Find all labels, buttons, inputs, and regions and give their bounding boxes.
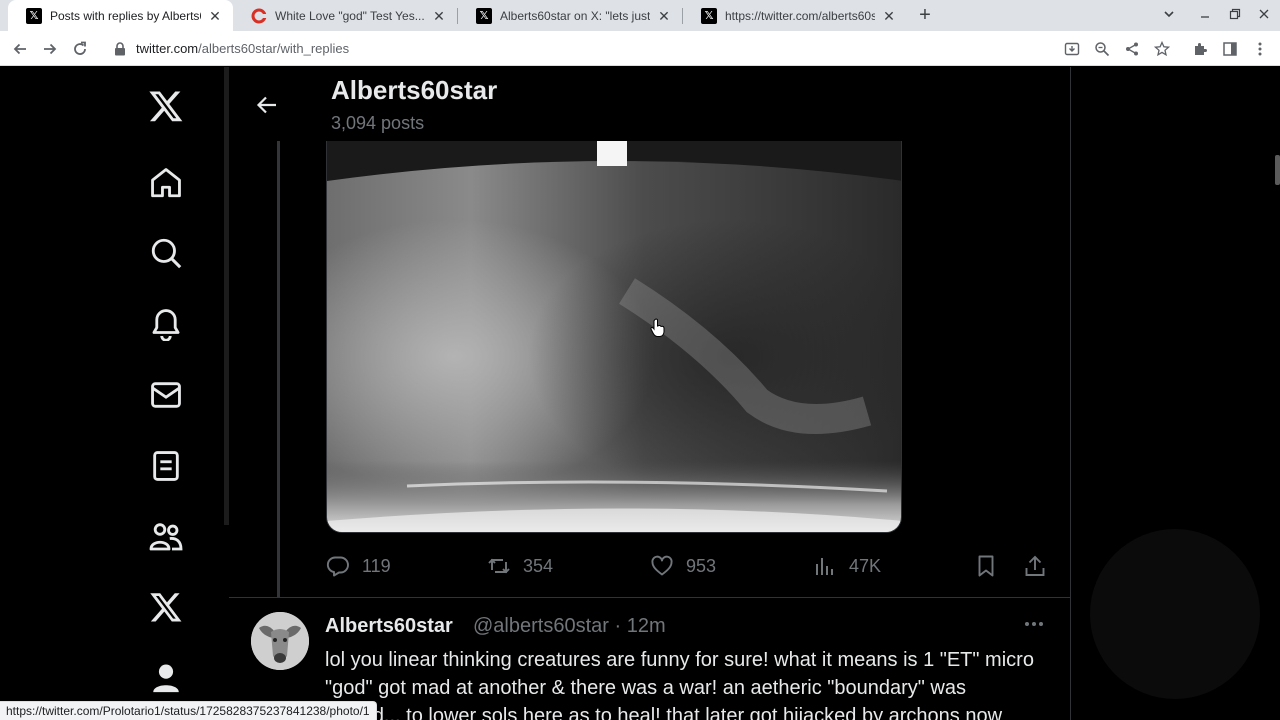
bubble-favicon-icon <box>251 8 267 24</box>
tab-close-icon[interactable]: ✕ <box>881 8 897 24</box>
reply-icon <box>326 556 349 577</box>
more-icon[interactable] <box>1022 612 1046 636</box>
profile-header: Alberts60star 3,094 posts <box>229 67 1070 141</box>
restore-window-icon[interactable] <box>1225 6 1245 26</box>
reply-separator: · <box>614 615 622 637</box>
page-scrollbar[interactable] <box>1275 155 1280 185</box>
bookmark-star-icon[interactable] <box>1152 39 1172 59</box>
tab-title: https://twitter.com/alberts60sta <box>725 8 875 23</box>
minimize-window-icon[interactable] <box>1195 6 1215 26</box>
bookmark-icon[interactable] <box>974 551 1010 581</box>
x-favicon-icon: 𝕏 <box>476 7 492 24</box>
views-count: 47K <box>849 555 882 576</box>
tab-title: Posts with replies by Alberts60star <box>50 8 201 23</box>
faded-overlay-circle <box>1090 529 1260 699</box>
new-tab-button[interactable]: + <box>915 5 935 25</box>
share-page-icon[interactable] <box>1122 39 1142 59</box>
close-window-icon[interactable] <box>1254 6 1274 26</box>
back-arrow-icon[interactable] <box>251 89 283 121</box>
post-media-image[interactable] <box>326 141 902 533</box>
x-logo-icon[interactable] <box>146 86 186 126</box>
profile-icon[interactable] <box>146 658 186 698</box>
site-info-icon[interactable] <box>112 41 128 57</box>
reply-button[interactable]: 119 <box>326 551 391 581</box>
tab-posts-with-replies[interactable]: 𝕏 Posts with replies by Alberts60star ✕ <box>8 0 233 31</box>
x-page: Alberts60star 3,094 posts 119 354 953 47… <box>0 67 1280 720</box>
zoom-icon[interactable] <box>1092 39 1112 59</box>
main-column: Alberts60star 3,094 posts 119 354 953 47… <box>229 67 1071 720</box>
browser-menu-icon[interactable] <box>1250 39 1270 59</box>
left-nav <box>120 67 212 720</box>
like-button[interactable]: 953 <box>650 551 716 581</box>
post-count: 3,094 posts <box>331 113 425 133</box>
home-icon[interactable] <box>146 163 186 203</box>
views-icon <box>816 558 833 575</box>
address-bar[interactable]: twitter.com/alberts60star/with_replies <box>104 34 1180 63</box>
repost-button[interactable]: 354 <box>487 551 553 581</box>
browser-toolbar: twitter.com/alberts60star/with_replies <box>0 31 1280 66</box>
tab-twitter-url[interactable]: 𝕏 https://twitter.com/alberts60sta ✕ <box>683 0 907 31</box>
browser-tab-bar: 𝕏 Posts with replies by Alberts60star ✕ … <box>0 0 1280 31</box>
x-favicon-icon: 𝕏 <box>701 7 717 24</box>
reply-count: 119 <box>362 555 391 576</box>
reply-handle[interactable]: @alberts60star <box>473 615 609 637</box>
search-icon[interactable] <box>146 233 186 273</box>
avatar[interactable] <box>251 612 309 670</box>
forward-nav-button[interactable] <box>39 38 61 60</box>
extensions-icon[interactable] <box>1190 39 1210 59</box>
tab-title: Alberts60star on X: "lets just cra <box>500 8 650 23</box>
tab-title: White Love "god" Test Yes... Bubl <box>275 8 425 23</box>
tab-alberts60star-post[interactable]: 𝕏 Alberts60star on X: "lets just cra ✕ <box>458 0 682 31</box>
tab-close-icon[interactable]: ✕ <box>207 8 223 24</box>
like-icon <box>651 555 673 576</box>
share-icon[interactable] <box>1023 551 1059 581</box>
url-text: twitter.com/alberts60star/with_replies <box>136 41 349 56</box>
repost-icon <box>488 558 510 574</box>
tab-search-icon[interactable] <box>1159 6 1179 26</box>
reply-time[interactable]: 12m <box>627 615 666 637</box>
status-bar-url: https://twitter.com/Prolotario1/status/1… <box>0 701 377 720</box>
back-nav-button[interactable] <box>9 38 31 60</box>
bell-icon[interactable] <box>146 304 186 344</box>
like-count: 953 <box>686 555 717 576</box>
tab-white-love[interactable]: White Love "god" Test Yes... Bubl ✕ <box>233 0 457 31</box>
hand-cursor-icon <box>650 318 665 337</box>
side-panel-icon[interactable] <box>1220 39 1240 59</box>
post-actions: 119 354 953 47K <box>326 551 1048 581</box>
url-domain: twitter.com <box>136 41 199 56</box>
reply-meta: @alberts60star · 12m <box>473 615 666 638</box>
views-button[interactable]: 47K <box>813 551 881 581</box>
url-path: /alberts60star/with_replies <box>198 41 350 56</box>
repost-count: 354 <box>523 555 554 576</box>
reply-author-name[interactable]: Alberts60star <box>325 615 453 638</box>
profile-name: Alberts60star <box>331 75 498 105</box>
tab-close-icon[interactable]: ✕ <box>431 8 447 24</box>
reply-text: lol you linear thinking creatures are fu… <box>325 649 1034 720</box>
premium-x-icon[interactable] <box>146 587 186 627</box>
mail-icon[interactable] <box>146 375 186 415</box>
x-favicon-icon: 𝕏 <box>26 7 42 24</box>
lists-icon[interactable] <box>146 446 186 486</box>
thread-line <box>277 141 280 597</box>
install-app-icon[interactable] <box>1062 39 1082 59</box>
reload-button[interactable] <box>69 38 91 60</box>
tab-close-icon[interactable]: ✕ <box>656 8 672 24</box>
communities-icon[interactable] <box>146 517 186 557</box>
